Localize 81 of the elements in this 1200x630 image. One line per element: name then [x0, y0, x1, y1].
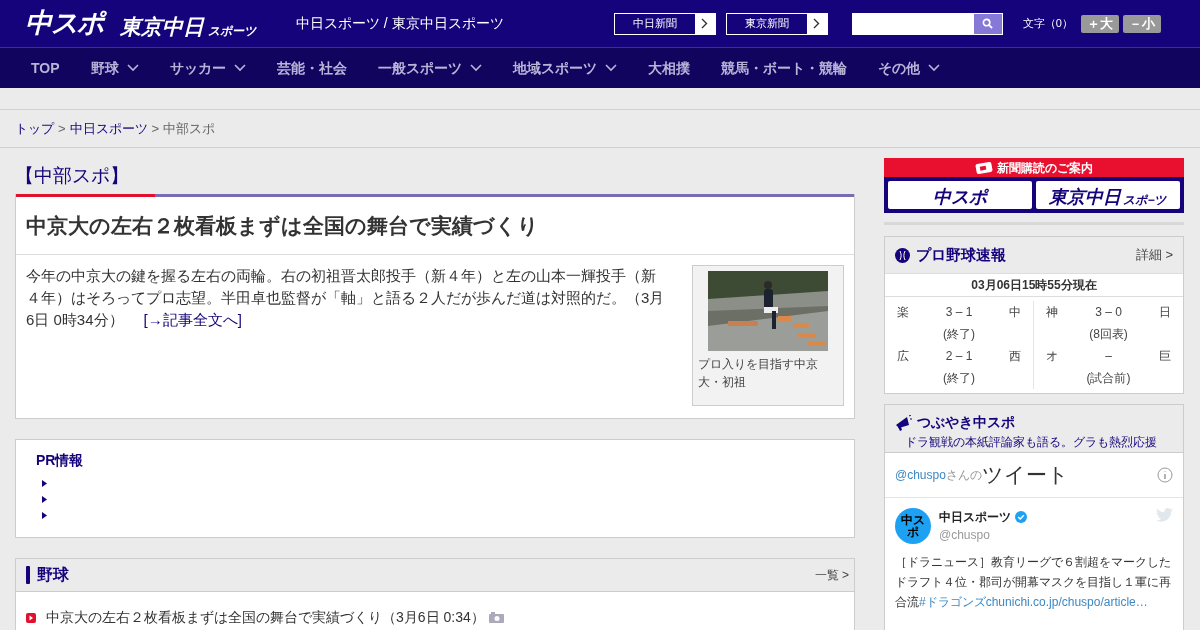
tweets-subtitle: ドラ観戦の本紙評論家も語る。グラも熱烈応援	[905, 434, 1158, 451]
nav-item[interactable]: 野球	[90, 57, 139, 79]
megaphone-icon	[895, 414, 912, 431]
nav-item[interactable]: 地域スポーツ	[512, 57, 617, 79]
newspaper-logo[interactable]: 東京中日スポ−ツ	[1036, 181, 1180, 209]
hashtag-link[interactable]: #ドラゴンズ	[919, 595, 986, 609]
baseball-icon	[895, 247, 910, 263]
score-timestamp: 03月06日15時55分現在	[885, 273, 1183, 297]
newspaper-link[interactable]: 東京新聞	[725, 12, 828, 35]
play-icon	[26, 612, 36, 623]
site-title: 中日スポーツ / 東京中日スポーツ	[295, 14, 504, 33]
nav-item[interactable]: 一般スポーツ	[377, 57, 482, 79]
game-score: 3 – 0	[1095, 304, 1122, 321]
nav-item[interactable]: 競馬・ボート・競輪	[720, 57, 847, 79]
bullet-icon	[42, 512, 47, 519]
chevron-down-icon	[469, 64, 482, 72]
breadcrumb-link[interactable]: トップ	[15, 118, 54, 139]
list-link[interactable]: 一覧 >	[814, 566, 849, 584]
team-name: 日	[1159, 304, 1171, 321]
nav-item[interactable]: 大相撲	[647, 57, 690, 79]
tweet-text: ［ドラニュース］教育リーグで６割超をマークしたドラフト４位・郡司が開幕マスクを目指し１軍に再合流#ドラゴンズchunichi.co.jp/chuspo/article…	[895, 554, 1172, 611]
team-name: 広	[897, 348, 909, 365]
handle-link[interactable]: @chuspo	[895, 466, 946, 484]
game-status: (8回表)	[1089, 326, 1128, 343]
breadcrumb-separator: >	[58, 119, 66, 138]
chevron-down-icon	[126, 64, 139, 72]
account-name[interactable]: 中日スポーツ	[939, 508, 1011, 526]
breadcrumb-link[interactable]: 中日スポーツ	[69, 118, 148, 139]
team-name: 神	[1046, 304, 1058, 321]
subscription-banner[interactable]: 新聞購読のご案内 中スポ 東京中日スポ−ツ	[884, 158, 1184, 213]
search-field[interactable]	[851, 12, 1003, 35]
detail-link[interactable]: 詳細 >	[1135, 245, 1173, 265]
bullet-icon	[42, 496, 47, 503]
newspaper-logo[interactable]: 中スポ	[888, 181, 1032, 209]
timeline-heading: ツイート	[981, 462, 1069, 489]
chevron-down-icon	[927, 64, 940, 72]
bird-icon	[1156, 508, 1173, 522]
nav-item[interactable]: 芸能・社会	[276, 57, 347, 79]
subscription-title: 新聞購読のご案内	[997, 159, 1093, 177]
font-size-label: 文字（0）	[1022, 16, 1073, 32]
info-icon	[1157, 467, 1173, 483]
search-icon	[982, 18, 994, 29]
avatar[interactable]: 中スポ	[895, 508, 931, 544]
game-score: 2 – 1	[945, 348, 973, 365]
chevron-right-icon	[813, 18, 821, 29]
team-name: 巨	[1159, 348, 1171, 365]
nav-item[interactable]: サッカー	[169, 57, 246, 79]
nav-item[interactable]: TOP	[31, 57, 60, 79]
article-link[interactable]: chunichi.co.jp/chuspo/article…	[985, 595, 1148, 609]
photo-caption: プロ入りを目指す中京大・初祖	[698, 356, 819, 391]
tweets-title: つぶやき中スポ	[917, 413, 1015, 432]
pr-title: PR情報	[36, 451, 85, 470]
team-name: 中	[1009, 304, 1021, 321]
tokyo-logo[interactable]: 東京中日 スポーツ	[119, 16, 256, 37]
newspaper-link[interactable]: 中日新聞	[613, 12, 716, 35]
game-status: (終了)	[943, 326, 975, 343]
article-title[interactable]: 中京大の左右２枚看板まずは全国の舞台で実績づくり	[16, 197, 854, 255]
news-link[interactable]: 中京大の左右２枚看板まずは全国の舞台で実績づくり（3月6日 0:34）	[46, 607, 485, 628]
section-title: 【中部スポ】	[15, 163, 130, 188]
current-page-label[interactable]: 中部スポ	[163, 118, 216, 139]
chevron-down-icon	[233, 64, 246, 72]
game-status: (試合前)	[1086, 370, 1131, 387]
article-summary: 今年の中京大の鍵を握る左右の両輪。右の初祖晋太郎投手（新４年）と左の山本一輝投手（新４年）はそろってプロ志望。半田卓也監督が「軸」と語る２人だが歩んだ道は対照的だ。（3月6日 0時34分） [→記事全文へ]	[26, 266, 666, 330]
nav-item[interactable]: その他	[877, 57, 940, 79]
game-score: –	[1105, 348, 1112, 365]
camera-icon	[488, 612, 504, 623]
baseball-title: 野球	[37, 565, 69, 585]
team-name: オ	[1046, 348, 1058, 365]
game-score: 3 – 1	[945, 304, 973, 321]
search-button[interactable]	[973, 13, 1002, 34]
bullet-icon	[42, 480, 47, 487]
chevron-down-icon	[604, 64, 617, 72]
read-more-link[interactable]: [→記事全文へ]	[143, 311, 242, 328]
scores-title: プロ野球速報	[916, 244, 1006, 265]
game-status: (終了)	[943, 370, 975, 387]
chevron-right-icon	[701, 18, 709, 29]
breadcrumb-separator: >	[151, 119, 160, 138]
newspaper-icon	[975, 161, 993, 174]
handle-suffix: さんの	[945, 467, 982, 482]
team-name: 楽	[897, 304, 909, 321]
team-name: 西	[1009, 348, 1021, 365]
